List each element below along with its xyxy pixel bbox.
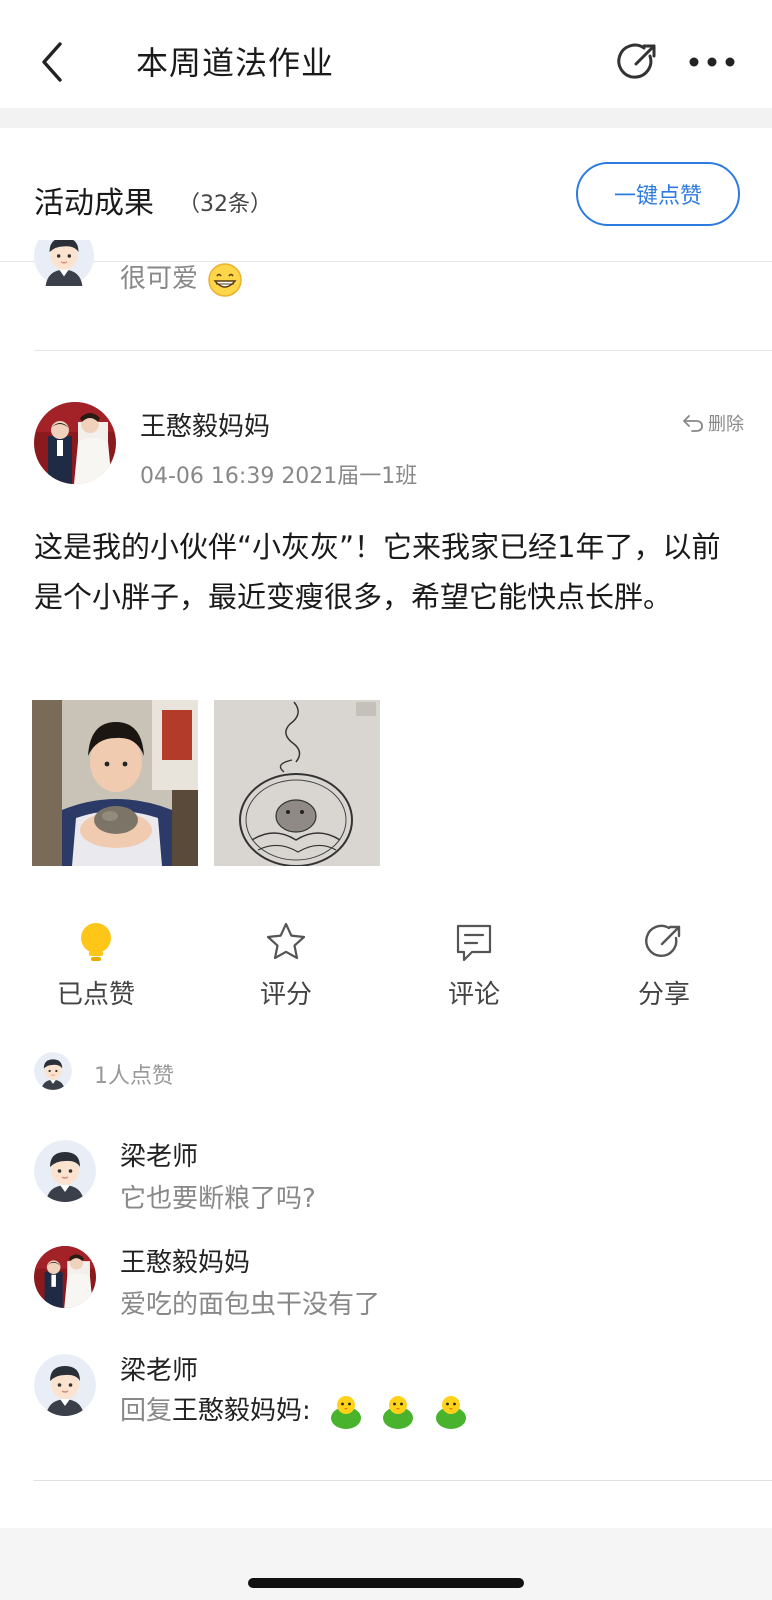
rate-label: 评分 [259, 980, 312, 1010]
top-nav-bar: 本周道法作业 [0, 0, 772, 108]
liker-avatar[interactable] [34, 1052, 72, 1090]
divider [34, 1480, 772, 1481]
chevron-left-icon [42, 42, 62, 82]
comment-text: 回复王憨毅妈妈: [120, 1390, 468, 1430]
like-all-button[interactable]: 一键点赞 [576, 162, 740, 226]
comment-avatar[interactable] [34, 1140, 96, 1202]
home-indicator[interactable] [248, 1578, 524, 1588]
post-content: 这是我的小伙伴“小灰灰”！它来我家已经1年了，以前是个小胖子，最近变瘦很多，希望… [34, 530, 721, 614]
share-action[interactable]: 分享 [604, 920, 724, 1011]
share-icon [617, 43, 656, 79]
results-title: 活动成果 [34, 186, 154, 221]
post-photo-hamster-drawing[interactable] [214, 700, 380, 866]
comment-icon [456, 924, 492, 962]
star-icon [266, 922, 306, 960]
grin-emoji-icon [208, 262, 243, 297]
comment-text: 爱吃的面包虫干没有了 [120, 1290, 381, 1320]
rate-action[interactable]: 评分 [226, 920, 346, 1011]
chick-emoji-icon [383, 1395, 414, 1429]
divider [34, 350, 772, 351]
undo-icon [683, 415, 703, 432]
reply-prefix: 回复 [120, 1396, 173, 1426]
liked-label: 已点赞 [56, 980, 135, 1010]
chick-emoji-icon [435, 1395, 466, 1429]
bottom-area [0, 1528, 772, 1600]
comment-label: 评论 [447, 980, 500, 1010]
more-dots-icon [689, 57, 735, 67]
lightbulb-icon [81, 923, 111, 961]
reply-colon: : [302, 1396, 311, 1426]
page-title: 本周道法作业 [136, 44, 335, 82]
comment-avatar[interactable] [34, 1246, 96, 1308]
comment-author[interactable]: 梁老师 [120, 1136, 198, 1173]
results-count: （32条） [178, 192, 272, 217]
comment-avatar[interactable] [34, 1354, 96, 1416]
author-avatar[interactable] [34, 402, 116, 484]
delete-label: 删除 [708, 414, 744, 435]
likes-count[interactable]: 1人点赞 [94, 1058, 174, 1090]
comment-author[interactable]: 梁老师 [120, 1350, 198, 1387]
results-header: 活动成果 （32条） 一键点赞 [0, 128, 772, 262]
previous-comment-text: 很可爱 [120, 258, 244, 297]
section-divider [0, 108, 772, 128]
share-button[interactable] [616, 40, 660, 84]
more-button[interactable] [688, 52, 736, 72]
liked-action[interactable]: 已点赞 [36, 920, 156, 1011]
post-meta: 04-06 16:39 2021届一1班 [140, 464, 418, 489]
avatar [34, 240, 94, 286]
post-photo-boy-with-hamster[interactable] [32, 700, 198, 866]
back-button[interactable] [36, 40, 76, 84]
reply-to-name[interactable]: 王憨毅妈妈 [172, 1396, 302, 1426]
author-name[interactable]: 王憨毅妈妈 [140, 406, 270, 443]
comment-text: 它也要断粮了吗? [120, 1184, 316, 1214]
share-label: 分享 [637, 980, 690, 1010]
comment-action[interactable]: 评论 [414, 920, 534, 1011]
chick-emoji-icon [331, 1395, 362, 1429]
comment-author[interactable]: 王憨毅妈妈 [120, 1242, 250, 1279]
delete-button[interactable]: 删除 [682, 410, 744, 436]
share-icon [645, 924, 681, 958]
